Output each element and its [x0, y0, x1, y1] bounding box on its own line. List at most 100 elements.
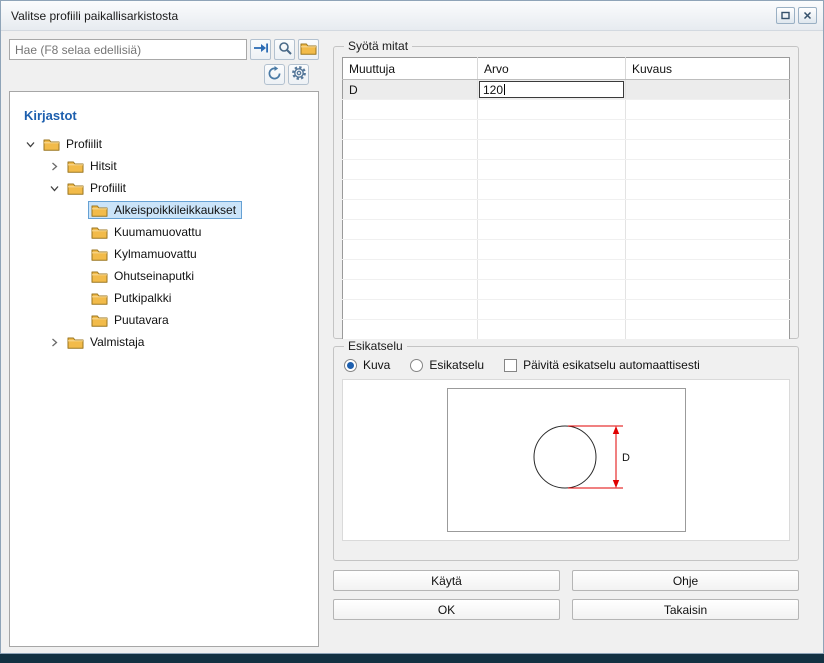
tree-item-profiilit[interactable]: Profiilit: [10, 177, 318, 199]
tree-item-kuumamuovattu[interactable]: Kuumamuovattu: [10, 221, 318, 243]
ok-button[interactable]: OK: [333, 599, 560, 620]
cell-muuttuja[interactable]: [343, 260, 478, 280]
cell-arvo[interactable]: [478, 300, 626, 320]
radio-button-icon[interactable]: [410, 359, 423, 372]
tree-item-hitsit[interactable]: Hitsit: [10, 155, 318, 177]
cell-arvo[interactable]: [478, 140, 626, 160]
column-header-kuvaus[interactable]: Kuvaus: [626, 58, 790, 80]
cell-kuvaus[interactable]: [626, 240, 790, 260]
tree-item-content[interactable]: Hitsit: [64, 157, 123, 175]
radio-kuva[interactable]: Kuva: [344, 358, 390, 372]
tree-item-content[interactable]: Kylmamuovattu: [88, 245, 203, 263]
cell-arvo[interactable]: [478, 160, 626, 180]
apply-button[interactable]: Käytä: [333, 570, 560, 591]
search-input[interactable]: [9, 39, 247, 60]
radio-esikatselu[interactable]: Esikatselu: [410, 358, 484, 372]
dimension-row[interactable]: [343, 220, 790, 240]
dimension-row[interactable]: [343, 300, 790, 320]
cell-muuttuja[interactable]: [343, 200, 478, 220]
chevron-down-icon[interactable]: [20, 140, 40, 149]
cell-muuttuja[interactable]: D: [343, 80, 478, 100]
column-header-arvo[interactable]: Arvo: [478, 58, 626, 80]
tree-item-kylmamuovattu[interactable]: Kylmamuovattu: [10, 243, 318, 265]
dimension-row[interactable]: [343, 100, 790, 120]
cell-arvo[interactable]: [478, 100, 626, 120]
cell-arvo[interactable]: [478, 240, 626, 260]
radio-button-icon[interactable]: [344, 359, 357, 372]
cell-kuvaus[interactable]: [626, 80, 790, 100]
cell-muuttuja[interactable]: [343, 100, 478, 120]
tree-item-content[interactable]: Kuumamuovattu: [88, 223, 207, 241]
restore-button[interactable]: [776, 7, 795, 24]
tree-item-content[interactable]: Profiilit: [40, 135, 108, 153]
cell-muuttuja[interactable]: [343, 240, 478, 260]
chevron-down-icon[interactable]: [44, 184, 64, 193]
dimension-row[interactable]: [343, 260, 790, 280]
chevron-right-icon[interactable]: [44, 162, 64, 171]
cell-arvo[interactable]: [478, 280, 626, 300]
checkbox-icon[interactable]: [504, 359, 517, 372]
dimension-row[interactable]: [343, 180, 790, 200]
cell-arvo[interactable]: [478, 220, 626, 240]
column-header-muuttuja[interactable]: Muuttuja: [343, 58, 478, 80]
cell-muuttuja[interactable]: [343, 160, 478, 180]
cell-arvo[interactable]: [478, 200, 626, 220]
tree-item-content[interactable]: Profiilit: [64, 179, 132, 197]
cell-kuvaus[interactable]: [626, 260, 790, 280]
cell-kuvaus[interactable]: [626, 100, 790, 120]
cell-kuvaus[interactable]: [626, 200, 790, 220]
cell-muuttuja[interactable]: [343, 280, 478, 300]
cell-kuvaus[interactable]: [626, 280, 790, 300]
dimension-row[interactable]: [343, 120, 790, 140]
open-folder-button[interactable]: [298, 39, 319, 60]
tree-item-content[interactable]: Puutavara: [88, 311, 175, 329]
tree-root-label[interactable]: Kirjastot: [10, 92, 318, 133]
chevron-right-icon[interactable]: [44, 338, 64, 347]
cell-kuvaus[interactable]: [626, 140, 790, 160]
dimension-row[interactable]: [343, 240, 790, 260]
checkbox-auto-update[interactable]: Päivitä esikatselu automaattisesti: [504, 358, 700, 372]
cell-arvo[interactable]: [478, 180, 626, 200]
cell-kuvaus[interactable]: [626, 300, 790, 320]
search-button[interactable]: [274, 39, 295, 60]
dimension-row[interactable]: [343, 320, 790, 340]
cell-arvo[interactable]: [478, 260, 626, 280]
cell-muuttuja[interactable]: [343, 120, 478, 140]
value-editor[interactable]: 120: [479, 81, 624, 98]
dimension-row[interactable]: [343, 200, 790, 220]
tree-item-content[interactable]: Valmistaja: [64, 333, 150, 351]
dimension-row[interactable]: [343, 280, 790, 300]
tree-item-puutavara[interactable]: Puutavara: [10, 309, 318, 331]
cell-kuvaus[interactable]: [626, 120, 790, 140]
cell-kuvaus[interactable]: [626, 180, 790, 200]
tree-item-content[interactable]: Ohutseinaputki: [88, 267, 200, 285]
cell-kuvaus[interactable]: [626, 160, 790, 180]
back-button[interactable]: Takaisin: [572, 599, 799, 620]
tree-item-content[interactable]: Putkipalkki: [88, 289, 177, 307]
help-button[interactable]: Ohje: [572, 570, 799, 591]
cell-kuvaus[interactable]: [626, 320, 790, 340]
cell-kuvaus[interactable]: [626, 220, 790, 240]
dimension-row[interactable]: [343, 160, 790, 180]
tree-item-ohutseinaputki[interactable]: Ohutseinaputki: [10, 265, 318, 287]
cell-arvo[interactable]: 120: [478, 80, 626, 100]
tree-item-content[interactable]: Alkeispoikkileikkaukset: [88, 201, 242, 219]
cell-muuttuja[interactable]: [343, 300, 478, 320]
dimension-row[interactable]: [343, 140, 790, 160]
titlebar[interactable]: Valitse profiili paikallisarkistosta: [1, 1, 823, 31]
cell-arvo[interactable]: [478, 320, 626, 340]
tree-item-putkipalkki[interactable]: Putkipalkki: [10, 287, 318, 309]
cell-arvo[interactable]: [478, 120, 626, 140]
settings-button[interactable]: [288, 64, 309, 85]
dimension-row[interactable]: D120: [343, 80, 790, 100]
cell-muuttuja[interactable]: [343, 180, 478, 200]
tree-item-profiilit[interactable]: Profiilit: [10, 133, 318, 155]
refresh-button[interactable]: [264, 64, 285, 85]
close-button[interactable]: [798, 7, 817, 24]
cell-muuttuja[interactable]: [343, 220, 478, 240]
tree-item-valmistaja[interactable]: Valmistaja: [10, 331, 318, 353]
go-button[interactable]: [250, 39, 271, 60]
tree-item-alkeispoikkileikkaukset[interactable]: Alkeispoikkileikkaukset: [10, 199, 318, 221]
cell-muuttuja[interactable]: [343, 320, 478, 340]
cell-muuttuja[interactable]: [343, 140, 478, 160]
